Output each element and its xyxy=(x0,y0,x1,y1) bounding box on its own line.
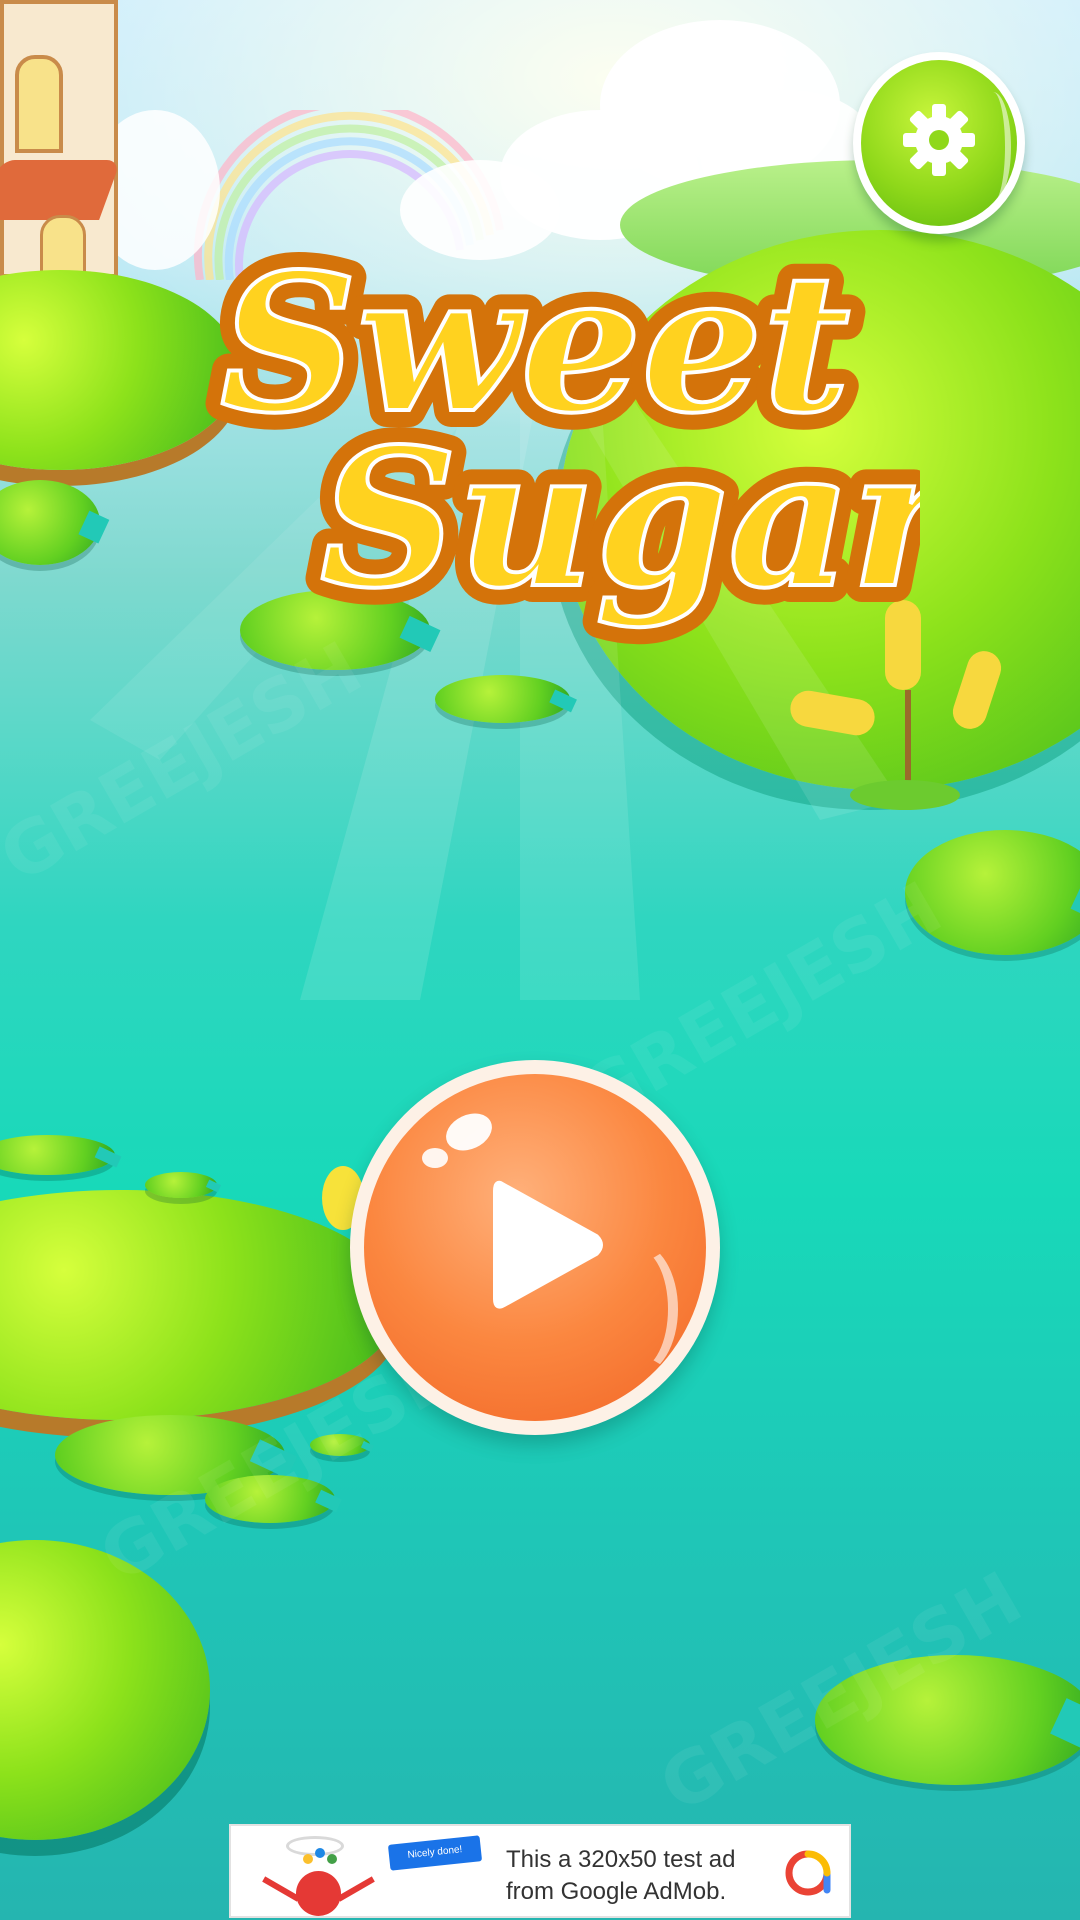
bottom-left-bank xyxy=(0,1540,210,1840)
gear-icon xyxy=(903,104,975,176)
lily-pad xyxy=(240,590,430,670)
lily-pad xyxy=(145,1172,217,1198)
play-icon xyxy=(493,1180,603,1309)
cattail-plant xyxy=(787,600,1020,820)
ad-mascot-image xyxy=(262,1836,381,1916)
lily-pad xyxy=(310,1434,370,1456)
settings-button[interactable] xyxy=(853,52,1025,234)
ad-text: This a 320x50 test ad from Google AdMob. xyxy=(506,1846,736,1905)
settings-shine xyxy=(975,92,1011,202)
ad-badge: Nicely done! xyxy=(387,1835,483,1871)
admob-logo-icon xyxy=(785,1850,831,1896)
ad-banner[interactable]: Nicely done! This a 320x50 test ad from … xyxy=(229,1824,851,1918)
lily-pad xyxy=(205,1475,335,1523)
lily-pad xyxy=(815,1655,1080,1785)
game-background: GREEJESH GREEJESH GREEJESH GREEJESH xyxy=(0,0,1080,1920)
play-shine xyxy=(422,1148,448,1168)
play-shine xyxy=(598,1243,678,1375)
play-button[interactable] xyxy=(350,1060,720,1435)
lily-pad xyxy=(435,675,570,723)
lily-pad xyxy=(0,1135,115,1175)
